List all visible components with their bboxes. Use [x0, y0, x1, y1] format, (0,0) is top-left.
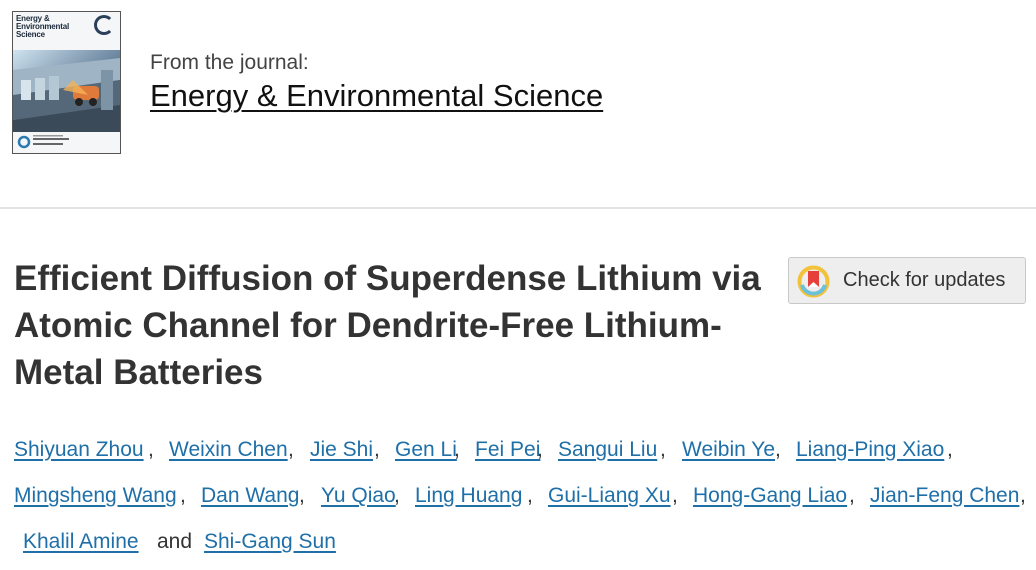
author-link[interactable]: Weixin Chen [169, 438, 288, 462]
author-link[interactable]: Jie Shi [310, 438, 373, 462]
author-separator: , [537, 438, 543, 461]
author-separator: , [775, 438, 781, 461]
author-separator: , [660, 438, 666, 461]
publisher-logo-icon [17, 135, 69, 149]
author-separator: , [849, 484, 855, 507]
author-link[interactable]: Gui-Liang Xu [548, 484, 671, 508]
author-separator: , [394, 484, 400, 507]
cover-title: Energy & Environmental Science [16, 14, 69, 39]
author-link[interactable]: Mingsheng Wang [14, 484, 177, 508]
author-separator: and [157, 530, 193, 553]
author-link[interactable]: Gen Li [395, 438, 457, 462]
author-link[interactable]: Dan Wang [201, 484, 299, 508]
author-link[interactable]: Hong-Gang Liao [693, 484, 847, 508]
author-separator: , [374, 438, 380, 461]
author-separator: , [454, 438, 460, 461]
crossmark-icon [797, 265, 830, 298]
article-title: Efficient Diffusion of Superdense Lithiu… [14, 259, 761, 392]
author-separator: , [672, 484, 678, 507]
author-separator: , [180, 484, 186, 507]
author-separator: , [148, 438, 154, 461]
check-for-updates-button[interactable]: Check for updates [788, 257, 1026, 304]
journal-name-link[interactable]: Energy & Environmental Science [150, 78, 603, 114]
author-separator: , [299, 484, 305, 507]
author-link[interactable]: Jian-Feng Chen [870, 484, 1019, 508]
author-separator: , [288, 438, 294, 461]
journal-cover-image [13, 50, 120, 132]
author-link[interactable]: Weibin Ye [682, 438, 775, 462]
author-link[interactable]: Khalil Amine [23, 530, 139, 554]
check-for-updates-label: Check for updates [843, 269, 1006, 291]
journal-cover[interactable]: Energy & Environmental Science [12, 11, 121, 154]
author-separator: , [527, 484, 533, 507]
author-link[interactable]: Fei Pei [475, 438, 540, 462]
author-link[interactable]: Shiyuan Zhou [14, 438, 144, 462]
author-link[interactable]: Sangui Liu [558, 438, 657, 462]
cover-logo-icon [94, 15, 114, 35]
journal-header: Energy & Environmental Science From the … [0, 0, 1036, 209]
author-link[interactable]: Shi-Gang Sun [204, 530, 336, 554]
author-separator: , [1020, 484, 1026, 507]
author-link[interactable]: Liang-Ping Xiao [796, 438, 944, 462]
from-journal-label: From the journal: [150, 51, 309, 74]
author-link[interactable]: Ling Huang [415, 484, 522, 508]
author-separator: , [947, 438, 953, 461]
author-link[interactable]: Yu Qiao [321, 484, 396, 508]
